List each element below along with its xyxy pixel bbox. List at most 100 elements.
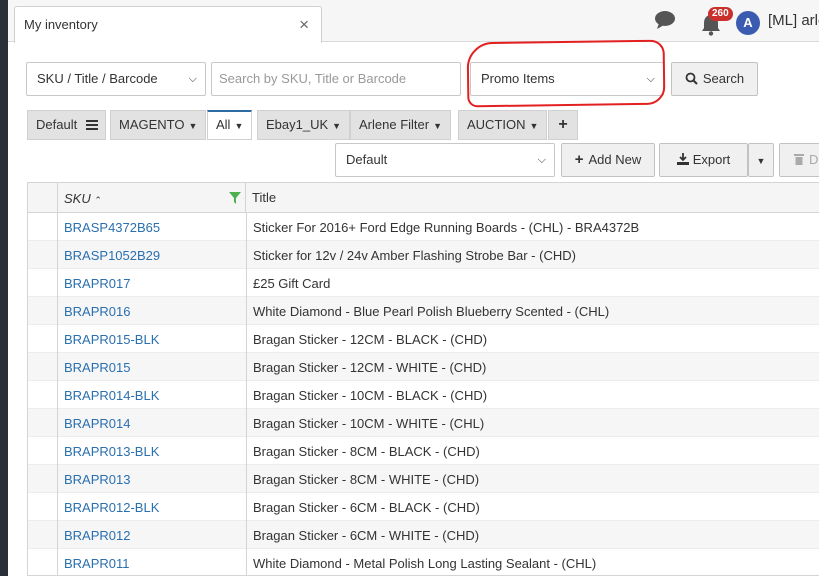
table-row[interactable]: BRASP4372B65 Sticker For 2016+ Ford Edge …	[28, 213, 819, 241]
sku-link[interactable]: BRAPR013	[64, 472, 130, 487]
filter-default[interactable]: Default	[27, 110, 106, 140]
chat-icon[interactable]	[654, 10, 676, 30]
table-row[interactable]: BRAPR014-BLK Bragan Sticker - 10CM - BLAC…	[28, 381, 819, 409]
row-select-cell[interactable]	[28, 437, 58, 465]
search-input[interactable]: Search by SKU, Title or Barcode	[211, 62, 461, 96]
table-row[interactable]: BRAPR013 Bragan Sticker - 8CM - WHITE - (…	[28, 465, 819, 493]
filter-tab-label: Ebay1_UK	[266, 117, 329, 132]
export-button[interactable]: Export	[659, 143, 748, 177]
sku-link[interactable]: BRAPR016	[64, 304, 130, 319]
sku-link[interactable]: BRAPR015	[64, 360, 130, 375]
filter-tab-all[interactable]: All ▼	[207, 110, 253, 140]
plus-icon: +	[574, 151, 584, 168]
sku-header-label: SKU ⌃	[64, 191, 102, 206]
table-row[interactable]: BRAPR017 £25 Gift Card	[28, 269, 819, 297]
search-button-label: Search	[702, 71, 745, 86]
table-row[interactable]: BRAPR015 Bragan Sticker - 12CM - WHITE - …	[28, 353, 819, 381]
row-select-cell[interactable]	[28, 381, 58, 409]
table-row[interactable]: BRAPR011 White Diamond - Metal Polish Lon…	[28, 549, 819, 575]
row-select-cell[interactable]	[28, 269, 58, 297]
row-select-cell[interactable]	[28, 465, 58, 493]
column-divider	[246, 465, 247, 493]
row-select-cell[interactable]	[28, 549, 58, 575]
add-new-button[interactable]: + Add New	[561, 143, 655, 177]
search-field-value: SKU / Title / Barcode	[37, 71, 158, 86]
sku-link[interactable]: BRAPR014-BLK	[64, 388, 159, 403]
delete-button[interactable]: D	[779, 143, 819, 177]
export-label: Export	[692, 152, 731, 167]
item-title: White Diamond - Metal Polish Long Lastin…	[253, 556, 597, 571]
download-icon	[676, 153, 689, 165]
export-dropdown-button[interactable]: ▼	[748, 143, 774, 177]
add-filter-button[interactable]: +	[548, 110, 578, 140]
search-field-select[interactable]: SKU / Title / Barcode ⌵	[26, 62, 206, 96]
sku-link[interactable]: BRAPR015-BLK	[64, 332, 159, 347]
row-select-cell[interactable]	[28, 325, 58, 353]
trash-icon	[794, 154, 804, 165]
tab-label: My inventory	[24, 17, 98, 32]
sku-link[interactable]: BRASP4372B65	[64, 220, 160, 235]
sku-column-header[interactable]: SKU ⌃	[58, 183, 246, 213]
sku-link[interactable]: BRAPR012	[64, 528, 130, 543]
caret-down-icon: ▼	[234, 121, 244, 131]
item-title: Bragan Sticker - 6CM - WHITE - (CHD)	[253, 528, 480, 543]
row-select-cell[interactable]	[28, 409, 58, 437]
filter-tab-magento[interactable]: MAGENTO ▼	[110, 110, 207, 140]
user-name[interactable]: [ML] arle	[768, 12, 819, 29]
table-row[interactable]: BRAPR015-BLK Bragan Sticker - 12CM - BLAC…	[28, 325, 819, 353]
close-icon[interactable]: ×	[299, 15, 309, 35]
hamburger-icon	[85, 120, 98, 130]
sku-link[interactable]: BRAPR017	[64, 276, 130, 291]
sku-link[interactable]: BRASP1052B29	[64, 248, 160, 263]
item-title: Bragan Sticker - 8CM - WHITE - (CHD)	[253, 472, 480, 487]
item-title: Bragan Sticker - 10CM - WHITE - (CHL)	[253, 416, 485, 431]
avatar[interactable]: A	[736, 11, 760, 35]
caret-down-icon: ▼	[756, 156, 766, 166]
title-column-header[interactable]: Title	[252, 190, 276, 205]
table-row[interactable]: BRAPR012 Bragan Sticker - 6CM - WHITE - (…	[28, 521, 819, 549]
filter-tab-auction[interactable]: AUCTION ▼	[458, 110, 548, 140]
filter-default-label: Default	[36, 117, 78, 132]
filter-tab-label: All	[216, 117, 231, 132]
column-divider	[246, 437, 247, 465]
select-all-column[interactable]	[28, 183, 58, 212]
filter-tab-ebay1-uk[interactable]: Ebay1_UK ▼	[257, 110, 351, 140]
view-select[interactable]: Default ⌵	[335, 143, 555, 177]
table-row[interactable]: BRASP1052B29 Sticker for 12v / 24v Amber …	[28, 241, 819, 269]
notifications[interactable]: 260	[700, 7, 733, 36]
search-button[interactable]: Search	[671, 62, 758, 96]
column-divider	[246, 241, 247, 269]
table-row[interactable]: BRAPR013-BLK Bragan Sticker - 8CM - BLACK…	[28, 437, 819, 465]
tab-my-inventory[interactable]: My inventory ×	[14, 6, 322, 43]
row-select-cell[interactable]	[28, 213, 58, 241]
add-new-label: Add New	[588, 152, 642, 167]
item-title: Bragan Sticker - 6CM - BLACK - (CHD)	[253, 500, 480, 515]
view-select-value: Default	[346, 152, 388, 167]
annotation-circle	[466, 39, 666, 108]
table-row[interactable]: BRAPR014 Bragan Sticker - 10CM - WHITE - …	[28, 409, 819, 437]
sort-up-icon: ⌃	[94, 195, 102, 205]
row-select-cell[interactable]	[28, 521, 58, 549]
sku-link[interactable]: BRAPR013-BLK	[64, 444, 159, 459]
item-title: Bragan Sticker - 10CM - BLACK - (CHD)	[253, 388, 488, 403]
table-row[interactable]: BRAPR012-BLK Bragan Sticker - 6CM - BLACK…	[28, 493, 819, 521]
item-title: Bragan Sticker - 12CM - WHITE - (CHD)	[253, 360, 487, 375]
filter-tab-arlene[interactable]: Arlene Filter ▼	[350, 110, 451, 140]
item-title: £25 Gift Card	[253, 276, 331, 291]
chevron-down-icon: ⌵	[537, 154, 546, 166]
grid-header: SKU ⌃ Title	[28, 183, 819, 213]
column-divider	[246, 409, 247, 437]
row-select-cell[interactable]	[28, 493, 58, 521]
filter-tab-label: MAGENTO	[119, 117, 185, 132]
filter-icon[interactable]	[229, 192, 241, 204]
sku-link[interactable]: BRAPR014	[64, 416, 130, 431]
column-divider	[246, 549, 247, 575]
sku-link[interactable]: BRAPR012-BLK	[64, 500, 159, 515]
sku-link[interactable]: BRAPR011	[64, 556, 130, 571]
column-divider	[246, 353, 247, 381]
row-select-cell[interactable]	[28, 353, 58, 381]
row-select-cell[interactable]	[28, 241, 58, 269]
left-nav-strip	[0, 0, 8, 576]
table-row[interactable]: BRAPR016 White Diamond - Blue Pearl Polis…	[28, 297, 819, 325]
row-select-cell[interactable]	[28, 297, 58, 325]
